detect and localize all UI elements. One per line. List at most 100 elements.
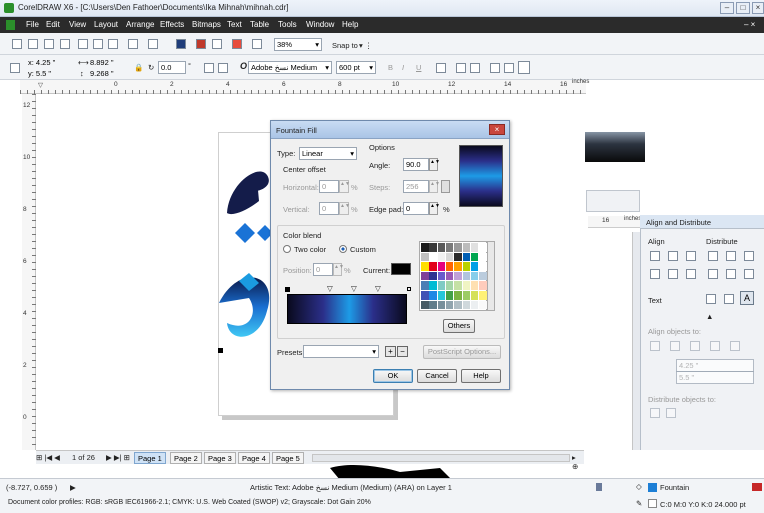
- palette-swatch[interactable]: [454, 252, 462, 262]
- palette-swatch[interactable]: [454, 291, 462, 300]
- horizontal-ruler[interactable]: ▽ 0 2 4 6 8 10 12 14 16 inches: [20, 79, 589, 94]
- palette-swatch[interactable]: [454, 243, 462, 252]
- close-icon[interactable]: ×: [752, 2, 764, 14]
- palette-swatch[interactable]: [479, 262, 487, 271]
- distribute-center-icon[interactable]: [726, 251, 736, 261]
- bold-icon[interactable]: B: [388, 63, 393, 72]
- zoom-navigator-icon[interactable]: ▸ ⊕: [572, 453, 584, 471]
- palette-swatch[interactable]: [470, 300, 479, 310]
- palette-swatch[interactable]: [421, 252, 429, 262]
- palette-swatch[interactable]: [421, 243, 429, 252]
- font-size-field[interactable]: 600 pt ▾: [336, 61, 376, 74]
- italic-icon[interactable]: I: [402, 63, 404, 72]
- palette-swatch[interactable]: [462, 281, 470, 290]
- palette-swatch[interactable]: [454, 300, 462, 310]
- palette-swatch[interactable]: [470, 271, 479, 281]
- palette-swatch[interactable]: [437, 271, 446, 281]
- distribute-page-icon[interactable]: [666, 408, 676, 418]
- palette-swatch[interactable]: [421, 291, 429, 300]
- align-center-h-icon[interactable]: [668, 251, 678, 261]
- palette-swatch[interactable]: [462, 262, 470, 271]
- palette-swatch[interactable]: [437, 243, 446, 252]
- palette-swatch[interactable]: [437, 300, 446, 310]
- lock-ratio-icon[interactable]: 🔒: [134, 63, 143, 72]
- outline-swatch[interactable]: [648, 499, 657, 508]
- mirror-vertical-icon[interactable]: [218, 63, 228, 73]
- snap-to-button[interactable]: Snap to: [332, 41, 358, 50]
- type-select[interactable]: Linear ▾: [299, 147, 357, 160]
- palette-swatch[interactable]: [479, 291, 487, 300]
- palette-swatch[interactable]: [462, 243, 470, 252]
- text-orientation-icon[interactable]: [518, 61, 530, 74]
- import-icon[interactable]: [176, 39, 186, 49]
- next-page-icon[interactable]: ▶ ▶| ⊞: [106, 453, 130, 462]
- page-center-icon[interactable]: [690, 341, 700, 351]
- menu-help[interactable]: Help: [342, 20, 358, 29]
- align-center-v-icon[interactable]: [668, 269, 678, 279]
- menu-tools[interactable]: Tools: [278, 20, 297, 29]
- welcome-screen-icon[interactable]: [252, 39, 262, 49]
- steps-spinner-icon[interactable]: ▲▼: [429, 180, 440, 193]
- text-align-icon[interactable]: [436, 63, 446, 73]
- palette-swatch[interactable]: [462, 300, 470, 310]
- help-button[interactable]: Help: [461, 369, 501, 383]
- blend-stop-marker-icon[interactable]: ▽: [351, 284, 357, 293]
- palette-swatch[interactable]: [445, 291, 454, 300]
- two-color-radio[interactable]: [283, 245, 291, 253]
- zoom-select[interactable]: 38% ▾: [274, 38, 322, 51]
- align-right-icon[interactable]: [686, 251, 696, 261]
- postscript-options-button[interactable]: PostScript Options...: [423, 345, 501, 359]
- page-edge-icon[interactable]: [670, 341, 680, 351]
- menu-edit[interactable]: Edit: [46, 20, 60, 29]
- palette-swatch[interactable]: [445, 262, 454, 271]
- page-tab[interactable]: Page 2: [170, 452, 202, 464]
- palette-swatch[interactable]: [421, 300, 429, 310]
- color-palette-grid[interactable]: [419, 241, 487, 311]
- specified-point-icon[interactable]: [730, 341, 740, 351]
- palette-swatch[interactable]: [470, 281, 479, 290]
- horizontal-field[interactable]: 0: [319, 180, 339, 193]
- palette-swatch[interactable]: [445, 281, 454, 290]
- page-tab[interactable]: Page 1: [134, 452, 166, 464]
- menu-layout[interactable]: Layout: [94, 20, 118, 29]
- palette-swatch[interactable]: [421, 271, 429, 281]
- menu-view[interactable]: View: [69, 20, 86, 29]
- font-list[interactable]: Adobe نسخ Medium ▾: [248, 61, 332, 74]
- redo-icon[interactable]: [148, 39, 158, 49]
- palette-swatch[interactable]: [421, 281, 429, 290]
- restore-icon[interactable]: □: [736, 2, 750, 14]
- palette-swatch[interactable]: [429, 300, 437, 310]
- distribute-left-icon[interactable]: [708, 251, 718, 261]
- blend-stop-marker-icon[interactable]: ▽: [327, 284, 333, 293]
- vertical-spinner-icon[interactable]: ▲▼: [339, 202, 350, 215]
- color-blend-bar[interactable]: [287, 294, 407, 324]
- palette-swatch[interactable]: [479, 300, 487, 310]
- vertical-field[interactable]: 0: [319, 202, 339, 215]
- distribute-middle-icon[interactable]: [726, 269, 736, 279]
- open-icon[interactable]: [28, 39, 38, 49]
- custom-radio[interactable]: [339, 245, 347, 253]
- publish-icon[interactable]: [212, 39, 222, 49]
- print-icon[interactable]: [60, 39, 70, 49]
- steps-field[interactable]: 256: [403, 180, 429, 193]
- angle-field[interactable]: 90.0: [403, 158, 429, 171]
- palette-swatch[interactable]: [429, 281, 437, 290]
- copy-icon[interactable]: [93, 39, 103, 49]
- gradient-preview[interactable]: [459, 145, 503, 207]
- edge-pad-field[interactable]: 0: [403, 202, 429, 215]
- cancel-button[interactable]: Cancel: [417, 369, 457, 383]
- palette-swatch[interactable]: [445, 252, 454, 262]
- rotation-field[interactable]: 0.0: [158, 61, 186, 74]
- horizontal-spinner-icon[interactable]: ▲▼: [339, 180, 350, 193]
- remove-preset-icon[interactable]: −: [397, 346, 408, 357]
- palette-swatch[interactable]: [429, 252, 437, 262]
- palette-swatch[interactable]: [462, 252, 470, 262]
- palette-swatch[interactable]: [470, 252, 479, 262]
- menu-effects[interactable]: Effects: [160, 20, 184, 29]
- menu-bitmaps[interactable]: Bitmaps: [192, 20, 221, 29]
- palette-swatch[interactable]: [445, 300, 454, 310]
- ok-button[interactable]: OK: [373, 369, 413, 383]
- docker-scrollbar[interactable]: [632, 232, 640, 450]
- distribute-right-icon[interactable]: [744, 251, 754, 261]
- distribute-top-icon[interactable]: [708, 269, 718, 279]
